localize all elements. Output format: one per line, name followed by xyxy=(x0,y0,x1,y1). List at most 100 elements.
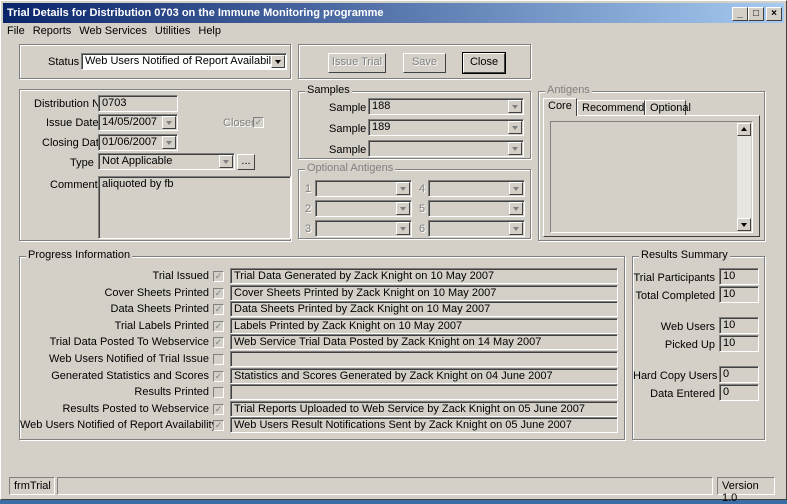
chevron-down-icon[interactable] xyxy=(508,142,522,155)
hard-copy-label: Hard Copy Users xyxy=(633,370,718,382)
maximize-icon[interactable]: □ xyxy=(748,7,764,21)
chevron-down-icon[interactable] xyxy=(219,155,233,168)
progress-row-checkbox[interactable]: ✓ xyxy=(213,370,224,382)
menu-bar: File Reports Web Services Utilities Help xyxy=(3,23,784,41)
samples-legend: Samples xyxy=(305,84,352,96)
close-button[interactable]: Close xyxy=(462,52,506,74)
chevron-down-icon[interactable] xyxy=(509,222,523,235)
antigen-6-label: 6 xyxy=(419,223,426,235)
chevron-down-icon[interactable] xyxy=(396,202,410,215)
distribution-field[interactable]: 0703 xyxy=(98,95,178,112)
results-summary-group: Results Summary Trial Participants 10 To… xyxy=(632,249,765,440)
closed-checkbox[interactable]: ✓ xyxy=(253,117,264,128)
picked-up-field[interactable]: 10 xyxy=(719,335,759,352)
menu-web-services[interactable]: Web Services xyxy=(75,23,151,39)
antigen-1-select[interactable] xyxy=(315,180,412,197)
save-button[interactable]: Save xyxy=(403,53,446,73)
antigen-3-select[interactable] xyxy=(315,220,412,237)
progress-row-checkbox[interactable]: ✓ xyxy=(213,287,224,299)
tab-optional[interactable]: Optional xyxy=(645,100,691,116)
web-users-field[interactable]: 10 xyxy=(719,317,759,334)
hard-copy-field[interactable]: 0 xyxy=(719,366,759,383)
scroll-down-icon[interactable] xyxy=(737,218,751,231)
participants-field[interactable]: 10 xyxy=(719,268,759,285)
progress-row-checkbox[interactable]: ✓ xyxy=(213,320,224,332)
progress-row-checkbox[interactable] xyxy=(213,387,224,399)
chevron-down-icon[interactable] xyxy=(396,222,410,235)
details-panel: Distribution No 0703 Issue Date 14/05/20… xyxy=(19,89,291,241)
progress-row-text[interactable]: Trial Data Generated by Zack Knight on 1… xyxy=(230,268,618,284)
sample-2-select[interactable]: 189 xyxy=(368,119,524,136)
type-browse-button[interactable]: ... xyxy=(237,154,255,170)
menu-help[interactable]: Help xyxy=(194,23,225,39)
sample-1-value: 188 xyxy=(372,100,391,112)
progress-row-text[interactable]: Web Users Result Notifications Sent by Z… xyxy=(230,417,618,434)
antigen-6-select[interactable] xyxy=(428,220,525,237)
comments-field[interactable]: aliquoted by fb xyxy=(98,176,291,239)
closing-date-value: 01/06/2007 xyxy=(102,136,158,148)
progress-row-checkbox[interactable] xyxy=(213,354,224,365)
chevron-down-icon[interactable] xyxy=(396,182,410,195)
chevron-down-icon[interactable] xyxy=(162,136,176,149)
progress-row-text[interactable]: Web Service Trial Data Posted by Zack Kn… xyxy=(230,334,618,351)
progress-row-checkbox[interactable]: ✓ xyxy=(213,304,224,316)
antigen-5-select[interactable] xyxy=(428,200,525,217)
data-entered-field[interactable]: 0 xyxy=(719,384,759,401)
progress-row-checkbox[interactable]: ✓ xyxy=(213,271,224,282)
progress-row-checkbox[interactable]: ✓ xyxy=(213,337,224,349)
progress-group: Progress Information Trial Issued ✓ Trial … xyxy=(19,249,625,440)
antigen-2-select[interactable] xyxy=(315,200,412,217)
progress-row-checkbox[interactable]: ✓ xyxy=(213,403,224,415)
comments-label: Comments xyxy=(50,179,104,191)
progress-row-text[interactable]: Statistics and Scores Generated by Zack … xyxy=(230,367,618,384)
progress-row-label: Trial Data Posted To Webservice xyxy=(49,336,209,349)
progress-row-label: Results Printed xyxy=(134,386,209,399)
progress-row-text[interactable]: Trial Reports Uploaded to Web Service by… xyxy=(230,400,618,417)
chevron-down-icon[interactable] xyxy=(162,116,176,129)
chevron-down-icon[interactable] xyxy=(508,100,522,113)
progress-row-text[interactable] xyxy=(230,351,618,367)
progress-row-text[interactable]: Labels Printed by Zack Knight on 10 May … xyxy=(230,317,618,334)
closing-date-label: Closing Date xyxy=(42,137,105,149)
completed-label: Total Completed xyxy=(635,290,716,302)
core-antigens-list[interactable] xyxy=(550,121,753,233)
issue-date-value: 14/05/2007 xyxy=(102,116,158,128)
status-panel: Status Web Users Notified of Report Avai… xyxy=(19,44,291,79)
scrollbar[interactable] xyxy=(737,123,751,231)
tab-recommended[interactable]: Recommended xyxy=(577,100,657,116)
type-select[interactable]: Not Applicable xyxy=(98,153,235,170)
issue-date-select[interactable]: 14/05/2007 xyxy=(98,114,178,131)
minimize-icon[interactable]: _ xyxy=(732,7,748,21)
progress-row-label: Web Users Notified of Trial Issue xyxy=(49,353,209,365)
close-window-icon[interactable]: × xyxy=(766,7,782,21)
scroll-up-icon[interactable] xyxy=(737,123,751,136)
antigen-1-label: 1 xyxy=(305,183,312,195)
tab-core[interactable]: Core xyxy=(543,98,577,116)
window-title: Trial Details for Distribution 0703 on t… xyxy=(7,7,384,19)
issue-trial-button[interactable]: Issue Trial xyxy=(328,53,386,73)
antigen-2-label: 2 xyxy=(305,203,312,215)
statusbar-form: frmTrial xyxy=(9,477,55,495)
chevron-down-icon[interactable] xyxy=(509,202,523,215)
progress-row-label: Web Users Notified of Report Availabilit… xyxy=(20,419,218,432)
sample-3-select[interactable] xyxy=(368,140,524,157)
status-select[interactable]: Web Users Notified of Report Availabilit… xyxy=(81,53,287,70)
chevron-down-icon[interactable] xyxy=(508,121,522,134)
menu-file[interactable]: File xyxy=(3,23,29,39)
progress-row-text[interactable]: Data Sheets Printed by Zack Knight on 10… xyxy=(230,301,618,318)
antigen-4-select[interactable] xyxy=(428,180,525,197)
optional-antigens-group: Optional Antigens 1 2 3 4 5 6 xyxy=(298,162,531,239)
sample-1-select[interactable]: 188 xyxy=(368,98,524,115)
optional-antigens-legend: Optional Antigens xyxy=(305,162,396,174)
antigens-group: Antigens Core Recommended Optional xyxy=(538,84,765,241)
progress-row-text[interactable] xyxy=(230,384,618,401)
progress-row-checkbox[interactable]: ✓ xyxy=(213,420,224,432)
chevron-down-icon[interactable] xyxy=(271,55,285,68)
closing-date-select[interactable]: 01/06/2007 xyxy=(98,134,178,151)
chevron-down-icon[interactable] xyxy=(509,182,523,195)
progress-row-text[interactable]: Cover Sheets Printed by Zack Knight on 1… xyxy=(230,284,618,301)
menu-reports[interactable]: Reports xyxy=(29,23,76,39)
completed-field[interactable]: 10 xyxy=(719,286,759,303)
menu-utilities[interactable]: Utilities xyxy=(151,23,194,39)
progress-row-label: Cover Sheets Printed xyxy=(104,286,209,299)
